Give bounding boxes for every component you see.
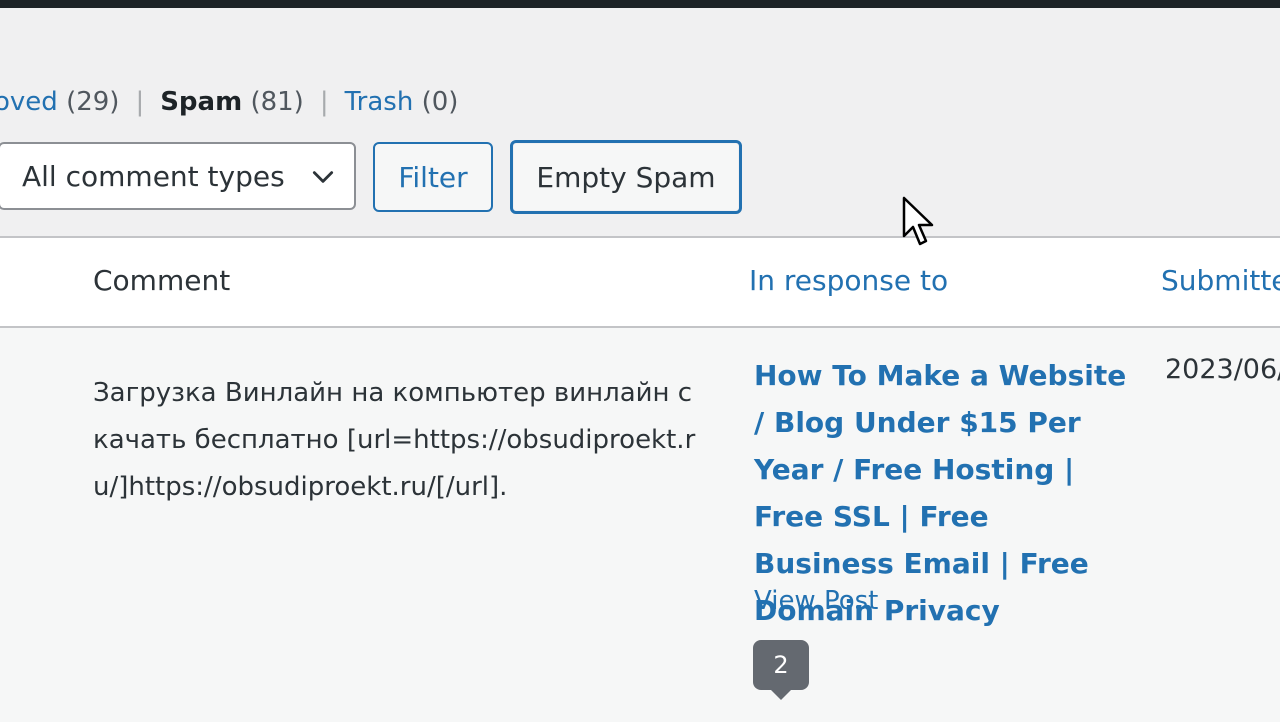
filter-trash-count: (0) bbox=[421, 87, 459, 117]
filter-spam-current[interactable]: Spam (81) bbox=[160, 87, 304, 117]
filter-trash-link[interactable]: Trash (0) bbox=[345, 87, 459, 117]
admin-top-bar bbox=[0, 0, 1280, 8]
comment-text: Загрузка Винлайн на компьютер винлайн ск… bbox=[93, 378, 696, 502]
comment-status-filters: oved (29) | Spam (81) | Trash (0) bbox=[0, 84, 458, 120]
column-header-in-response-to[interactable]: In response to bbox=[749, 264, 948, 297]
filter-trash-label: Trash bbox=[344, 87, 414, 117]
filter-approved-label: oved bbox=[0, 87, 58, 117]
filter-button[interactable]: Filter bbox=[373, 142, 493, 212]
filter-spam-count: (81) bbox=[250, 87, 304, 117]
view-post-link[interactable]: View Post bbox=[754, 586, 878, 616]
filter-spam-label: Spam bbox=[160, 87, 243, 117]
table-header: Comment In response to Submitte bbox=[0, 238, 1280, 328]
empty-spam-button[interactable]: Empty Spam bbox=[510, 140, 742, 214]
filter-approved-link[interactable]: oved (29) bbox=[0, 87, 119, 117]
comment-type-select[interactable]: All comment types bbox=[0, 142, 356, 210]
comments-table: Comment In response to Submitte Загрузка… bbox=[0, 236, 1280, 722]
mouse-pointer-icon bbox=[902, 196, 934, 246]
filter-approved-count: (29) bbox=[66, 87, 120, 117]
comment-count-bubble[interactable]: 2 bbox=[753, 640, 809, 700]
filter-separator: | bbox=[135, 87, 145, 117]
comment-type-selected-value: All comment types bbox=[22, 159, 285, 193]
column-header-submitted[interactable]: Submitte bbox=[1161, 264, 1280, 297]
table-row: Загрузка Винлайн на компьютер винлайн ск… bbox=[0, 328, 1280, 722]
filter-separator: | bbox=[319, 87, 329, 117]
chevron-down-icon bbox=[312, 171, 334, 183]
submitted-date: 2023/06/ bbox=[1165, 354, 1280, 385]
column-header-comment: Comment bbox=[93, 264, 231, 297]
